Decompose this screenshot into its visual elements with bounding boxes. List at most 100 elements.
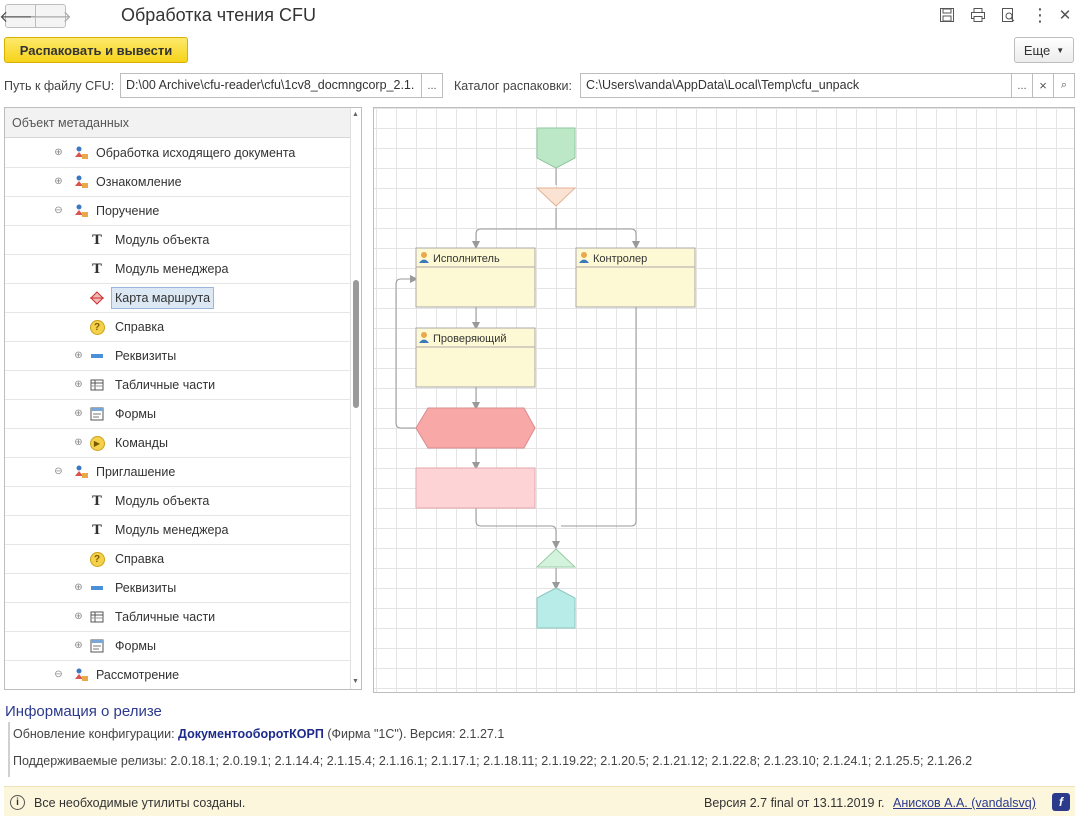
tree-row-label: Ознакомление (96, 175, 182, 189)
end-point (536, 587, 576, 629)
collapse-icon[interactable]: ⊖ (53, 205, 64, 216)
action-node (415, 467, 536, 509)
expand-icon[interactable]: ⊕ (73, 408, 84, 419)
config-name: ДокументооборотКОРП (178, 727, 324, 741)
tree-row[interactable]: ? Справка (5, 313, 351, 342)
scroll-down-icon[interactable]: ▼ (352, 678, 359, 685)
form-icon (89, 638, 105, 654)
tree-row[interactable]: T Модуль объекта (5, 487, 351, 516)
search-icon: ⌕ (1060, 79, 1068, 91)
more-vertical-icon[interactable]: ⋮ (1031, 5, 1049, 25)
unpack-and-show-button[interactable]: Распаковать и вывести (4, 37, 188, 63)
tree-row[interactable]: ⊕ Табличные части (5, 371, 351, 400)
route-map-diagram[interactable]: Исполнитель Контролер Проверяющий (373, 107, 1075, 693)
tree-row[interactable]: ⊕ Табличные части (5, 603, 351, 632)
tree-row[interactable]: T Модуль менеджера (5, 255, 351, 284)
release-info-title: Информация о релизе (5, 703, 162, 720)
module-icon: T (92, 261, 102, 277)
route-map-icon (89, 290, 105, 306)
expand-icon[interactable]: ⊕ (73, 611, 84, 622)
status-message: Все необходимые утилиты созданы. (34, 796, 246, 810)
expand-icon[interactable]: ⊕ (53, 176, 64, 187)
tree-row[interactable]: ⊕ ▶ Команды (5, 429, 351, 458)
version-text: Версия 2.7 final от 13.11.2019 г. (704, 796, 885, 810)
tree-row-label: Справка (115, 320, 165, 334)
close-icon[interactable]: ✕ (1056, 6, 1074, 24)
tree-row[interactable]: ⊕ Ознакомление (5, 168, 351, 197)
tree-row-label: Табличные части (115, 610, 216, 624)
cfu-browse-button[interactable]: ... (421, 73, 443, 98)
condition-node (415, 407, 536, 449)
tree-scrollbar[interactable]: ▲ ▼ (350, 108, 361, 689)
info-logo-icon[interactable]: f (1052, 793, 1070, 811)
tree-row-label: Формы (115, 639, 156, 653)
clear-button[interactable]: × (1032, 73, 1054, 98)
unpack-browse-button[interactable]: ... (1011, 73, 1033, 98)
more-menu-button[interactable]: Еще ▼ (1014, 37, 1074, 63)
tree-column-header: Объект метаданных (5, 108, 361, 138)
expand-icon[interactable]: ⊕ (53, 147, 64, 158)
tree-row[interactable]: ⊖ Приглашение (5, 458, 351, 487)
attributes-icon (89, 580, 105, 596)
performer-node: Исполнитель (415, 247, 536, 308)
tree-row[interactable]: ⊖ Рассмотрение (5, 661, 351, 689)
module-icon: T (92, 522, 102, 538)
controller-label: Контролер (593, 253, 647, 265)
tree-row-label: Команды (115, 436, 168, 450)
tree-row[interactable]: ⊕ Формы (5, 632, 351, 661)
tree-row-label: Модуль объекта (115, 233, 210, 247)
tree-row-label: Поручение (96, 204, 160, 218)
tree-row[interactable]: T Модуль менеджера (5, 516, 351, 545)
tree-row[interactable]: ⊕ Обработка исходящего документа (5, 139, 351, 168)
attributes-icon (89, 348, 105, 364)
tree-row[interactable]: ⊕ Формы (5, 400, 351, 429)
expand-icon[interactable]: ⊕ (73, 379, 84, 390)
module-icon: T (92, 232, 102, 248)
collapse-icon[interactable]: ⊖ (53, 669, 64, 680)
tree-row[interactable]: T Модуль объекта (5, 226, 351, 255)
tree-row-label: Модуль менеджера (115, 262, 229, 276)
author-link[interactable]: Анисков А.А. (vandalsvq) (893, 796, 1036, 810)
unpack-dir-input[interactable]: C:\Users\vanda\AppData\Local\Temp\cfu_un… (580, 73, 1012, 98)
expand-icon[interactable]: ⊕ (73, 437, 84, 448)
table-icon (89, 609, 105, 625)
tree-row[interactable]: ? Справка (5, 545, 351, 574)
tree-row-label: Реквизиты (115, 349, 177, 363)
table-icon (89, 377, 105, 393)
business-process-icon (73, 145, 89, 161)
tree-row-label: Табличные части (115, 378, 216, 392)
caret-down-icon: ▼ (1056, 45, 1065, 55)
form-icon (89, 406, 105, 422)
update-prefix: Обновление конфигурации: (13, 727, 179, 741)
tree-row[interactable]: ⊕ Реквизиты (5, 574, 351, 603)
tree-row[interactable]: Карта маршрута (5, 284, 351, 313)
info-icon: i (10, 795, 25, 810)
metadata-tree[interactable]: Объект метаданных ⊕ Обработка исходящего … (4, 107, 362, 690)
tree-row-label: Формы (115, 407, 156, 421)
title-bar: 🡐 🡒 Обработка чтения CFU ⋮ ✕ (0, 0, 1080, 32)
performer-label: Исполнитель (433, 253, 500, 265)
forward-button[interactable]: 🡒 (29, 4, 72, 28)
save-icon[interactable] (938, 6, 956, 24)
checker-node: Проверяющий (415, 327, 536, 388)
arrow-right-icon: 🡒 (29, 8, 72, 26)
expand-icon[interactable]: ⊕ (73, 640, 84, 651)
tree-row[interactable]: ⊖ Поручение (5, 197, 351, 226)
business-process-icon (73, 203, 89, 219)
preview-icon[interactable] (999, 6, 1017, 24)
open-folder-button[interactable]: ⌕ (1053, 73, 1075, 98)
print-icon[interactable] (969, 6, 987, 24)
scroll-up-icon[interactable]: ▲ (352, 111, 359, 118)
expand-icon[interactable]: ⊕ (73, 582, 84, 593)
tree-row[interactable]: ⊕ Реквизиты (5, 342, 351, 371)
controller-node: Контролер (575, 247, 696, 308)
help-icon: ? (89, 319, 105, 335)
supported-releases: Поддерживаемые релизы: 2.0.18.1; 2.0.19.… (13, 754, 973, 768)
scroll-thumb[interactable] (353, 280, 359, 408)
business-process-icon (73, 464, 89, 480)
expand-icon[interactable]: ⊕ (73, 350, 84, 361)
cfu-path-input[interactable]: D:\00 Archive\cfu-reader\cfu\1cv8_docmng… (120, 73, 422, 98)
more-label: Еще (1023, 42, 1051, 58)
collapse-icon[interactable]: ⊖ (53, 466, 64, 477)
business-process-icon (73, 667, 89, 683)
